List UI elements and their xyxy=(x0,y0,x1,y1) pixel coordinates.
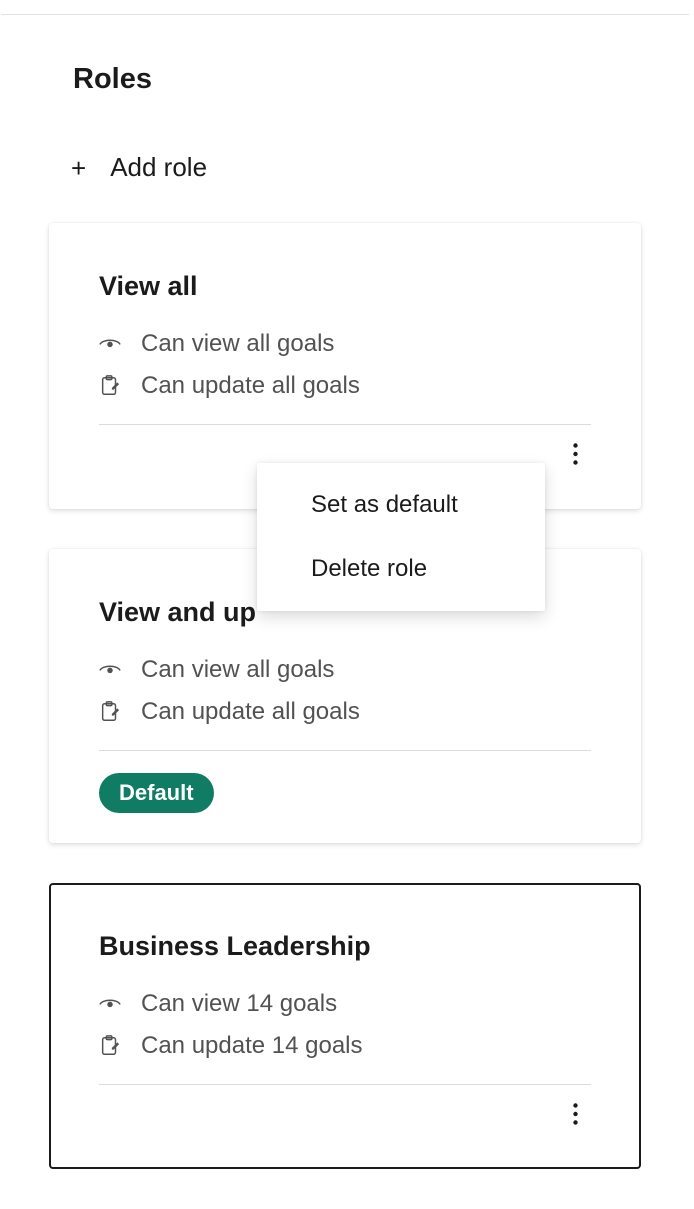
role-options-dropdown: Set as default Delete role xyxy=(257,463,545,611)
eye-icon xyxy=(99,333,121,355)
set-default-option[interactable]: Set as default xyxy=(257,473,545,537)
permission-row: Can update all goals xyxy=(99,372,591,400)
clipboard-edit-icon xyxy=(99,701,121,723)
divider xyxy=(99,750,591,751)
card-footer xyxy=(99,1089,591,1139)
eye-icon xyxy=(99,993,121,1015)
divider xyxy=(99,1084,591,1085)
permission-text: Can update 14 goals xyxy=(141,1032,363,1060)
role-title: Business Leadership xyxy=(99,931,591,962)
clipboard-edit-icon xyxy=(99,1035,121,1057)
delete-role-option[interactable]: Delete role xyxy=(257,537,545,601)
clipboard-edit-icon xyxy=(99,375,121,397)
permission-row: Can view all goals xyxy=(99,656,591,684)
role-title: View all xyxy=(99,271,591,302)
permission-text: Can view all goals xyxy=(141,330,334,358)
permission-row: Can view all goals xyxy=(99,330,591,358)
permission-text: Can view all goals xyxy=(141,656,334,684)
divider xyxy=(99,424,591,425)
more-options-button[interactable] xyxy=(559,434,591,474)
more-options-button[interactable] xyxy=(559,1094,591,1134)
add-role-button[interactable]: + Add role xyxy=(49,152,641,183)
permission-row: Can update 14 goals xyxy=(99,1032,591,1060)
plus-icon: + xyxy=(71,155,86,181)
permission-row: Can update all goals xyxy=(99,698,591,726)
permission-row: Can view 14 goals xyxy=(99,990,591,1018)
permission-text: Can update all goals xyxy=(141,698,360,726)
add-role-label: Add role xyxy=(110,152,207,183)
role-card[interactable]: Business Leadership Can view 14 goals Ca… xyxy=(49,883,641,1169)
permission-text: Can view 14 goals xyxy=(141,990,337,1018)
eye-icon xyxy=(99,659,121,681)
page-title: Roles xyxy=(49,63,641,96)
default-badge: Default xyxy=(99,773,214,813)
roles-panel: Roles + Add role View all Can view all g… xyxy=(1,14,689,1209)
card-footer: Default xyxy=(99,755,591,813)
permission-text: Can update all goals xyxy=(141,372,360,400)
